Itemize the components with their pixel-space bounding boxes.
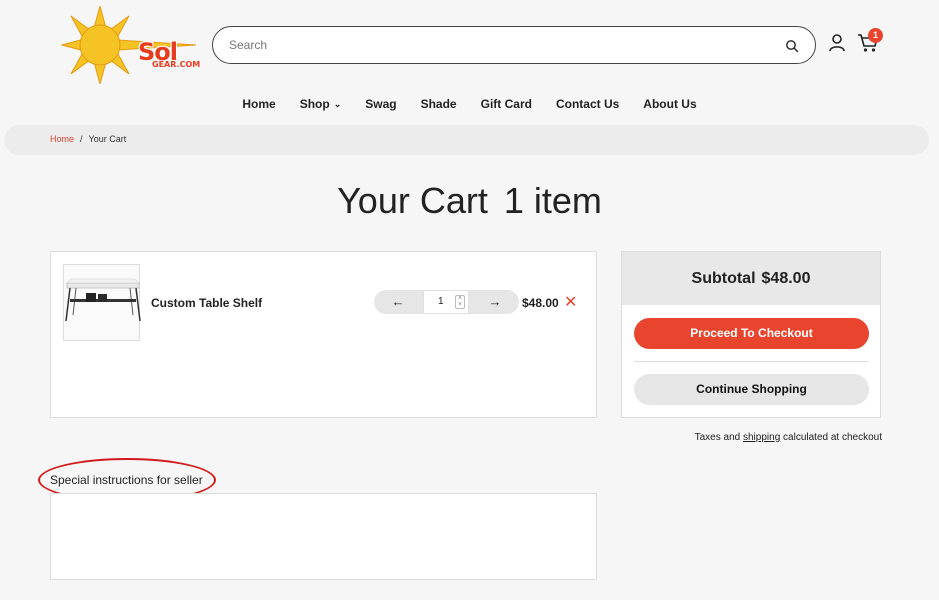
logo-subtext: GEAR.COM [152,60,201,69]
arrow-right-icon: → [488,294,502,309]
shipping-link[interactable]: shipping [743,432,780,443]
chevron-down-icon: ⌄ [333,98,342,109]
decrease-quantity-button[interactable]: ← [378,292,418,312]
tax-note: Taxes and shipping calculated at checkou… [621,432,882,443]
breadcrumb-home-link[interactable]: Home [50,134,74,144]
table-shelf-image [65,278,141,322]
user-icon[interactable] [827,33,847,53]
breadcrumb-current: Your Cart [88,134,127,144]
spinner-icon[interactable]: ˄ ˅ [455,295,465,309]
product-name[interactable]: Custom Table Shelf [151,296,262,310]
nav-item-shade[interactable]: Shade [421,97,457,111]
order-summary-panel: Subtotal $48.00 Proceed To Checkout Conti… [621,251,881,418]
subtotal-label: Subtotal [691,270,756,287]
nav-item-about-us[interactable]: About Us [643,97,696,111]
arrow-left-icon: ← [391,294,405,309]
page-title: Your Cart 1 item [0,180,939,222]
search-input[interactable] [229,36,769,54]
nav-item-shop-label: Shop [299,97,330,111]
divider [634,361,869,362]
search-bar [212,26,816,64]
cart-count-badge: 1 [868,28,883,43]
subtotal-row: Subtotal $48.00 [622,252,880,305]
special-instructions-field[interactable] [50,493,597,580]
quantity-value: 1 [438,296,444,307]
tax-note-prefix: Taxes and [694,432,741,443]
quantity-input[interactable]: 1 ˄ ˅ [423,290,469,314]
nav-item-gift-card[interactable]: Gift Card [481,97,532,111]
close-icon: ✕ [564,294,578,311]
checkout-button[interactable]: Proceed To Checkout [634,318,869,349]
breadcrumb-separator: / [80,134,83,144]
continue-shopping-button[interactable]: Continue Shopping [634,374,869,405]
subtotal-value: $48.00 [761,270,811,287]
remove-item-button[interactable]: ✕ [564,292,577,312]
nav-item-home[interactable]: Home [242,97,275,111]
page-title-text: Your Cart [337,180,488,221]
product-thumbnail[interactable] [63,264,141,341]
line-item-price: $48.00 [522,296,559,310]
item-count: 1 item [503,180,602,221]
tax-note-suffix: calculated at checkout [783,432,882,443]
nav-item-swag[interactable]: Swag [365,97,396,111]
nav-item-shop[interactable]: Shop ⌄ [300,97,342,111]
main-nav: Home Shop ⌄ Swag Shade Gift Card Contact … [0,97,939,111]
site-logo[interactable]: Sol GEAR.COM [56,4,200,86]
quantity-stepper: ← 1 ˄ ˅ → [374,290,519,314]
search-icon[interactable] [785,39,799,53]
breadcrumb: Home / Your Cart [50,134,126,144]
cart-items-panel: Custom Table Shelf ← 1 ˄ ˅ → $48.00 ✕ [50,251,597,418]
nav-item-contact-us[interactable]: Contact Us [556,97,619,111]
breadcrumb-bar: Home / Your Cart [4,125,929,155]
increase-quantity-button[interactable]: → [475,292,515,312]
